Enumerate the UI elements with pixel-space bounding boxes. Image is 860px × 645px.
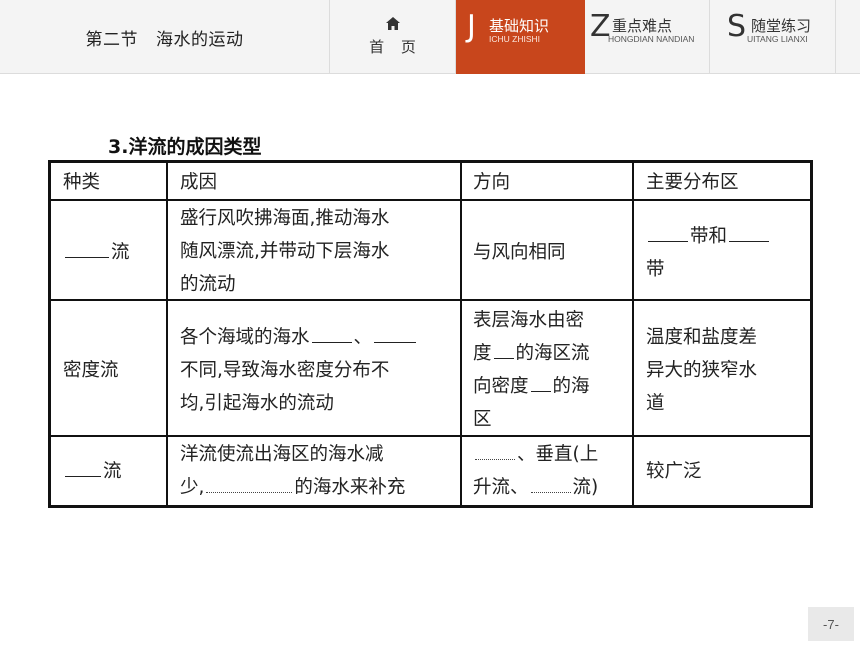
- tab-pinyin: HONGDIAN NANDIAN: [608, 34, 695, 44]
- header-cell-direction: 方向: [473, 172, 511, 193]
- heading-number: 3: [108, 136, 122, 158]
- tab-label: 重点难点: [612, 17, 673, 35]
- home-label: 首 页: [369, 38, 422, 56]
- answer-blank[interactable]: [648, 220, 688, 242]
- row3-region: 较广泛: [646, 461, 702, 482]
- top-navigation-bar: 第二节 海水的运动 首 页 J 基础知识 ICHU ZHISHI Z 重点难点 …: [0, 0, 860, 74]
- content-heading: 3.洋流的成因类型: [108, 132, 261, 159]
- row1-type: 流: [63, 236, 130, 269]
- answer-blank[interactable]: [530, 370, 551, 392]
- row3-cause: 洋流使流出海区的海水减 少, 的海水来补充: [180, 444, 406, 498]
- row2-cause: 各个海域的海水、 不同,导致海水密度分布不 均,引起海水的流动: [180, 321, 418, 420]
- answer-blank[interactable]: [65, 455, 101, 477]
- cause-line: 随风漂流,并带动下层海水: [180, 241, 390, 262]
- answer-blank[interactable]: [475, 438, 515, 460]
- tab-pinyin: UITANG LIANXI: [747, 34, 808, 44]
- row1-cause: 盛行风吹拂海面,推动海水 随风漂流,并带动下层海水 的流动: [180, 202, 389, 301]
- section-title: 第二节 海水的运动: [0, 0, 330, 74]
- section-number: 第二节: [85, 29, 138, 50]
- column-divider: [166, 163, 168, 505]
- heading-text: .洋流的成因类型: [121, 136, 262, 158]
- answer-blank[interactable]: [530, 471, 571, 493]
- tab-letter: J: [467, 9, 476, 44]
- answer-blank[interactable]: [311, 321, 352, 343]
- tab-practice[interactable]: S 随堂练习 UITANG LIANXI: [710, 0, 836, 74]
- header-cell-cause: 成因: [180, 172, 218, 193]
- answer-blank[interactable]: [729, 220, 770, 242]
- row3-type: 流: [63, 455, 122, 488]
- section-name: 海水的运动: [156, 29, 244, 50]
- row1-direction: 与风向相同: [473, 242, 566, 263]
- answer-blank[interactable]: [493, 337, 514, 359]
- cause-line: 盛行风吹拂海面,推动海水: [180, 208, 390, 229]
- tab-letter: S: [727, 9, 747, 44]
- row2-type: 密度流: [63, 360, 119, 381]
- column-divider: [460, 163, 462, 505]
- column-divider: [632, 163, 634, 505]
- row-divider: [51, 435, 810, 437]
- home-icon: [385, 17, 400, 30]
- row3-direction: 、垂直(上 升流、 流): [473, 438, 598, 504]
- row-divider: [51, 199, 810, 201]
- tab-label: 基础知识: [489, 17, 550, 35]
- row2-direction: 表层海水由密 度的海区流 向密度 的海 区: [473, 310, 590, 430]
- row2-region: 温度和盐度差 异大的狭窄水 道: [646, 327, 758, 414]
- row1-region: 带和 带: [646, 220, 771, 286]
- answer-blank[interactable]: [206, 471, 293, 493]
- row-divider: [51, 299, 810, 301]
- page-number: -7-: [808, 607, 854, 641]
- cause-line: 的流动: [180, 274, 236, 295]
- answer-blank[interactable]: [374, 321, 417, 343]
- home-button[interactable]: 首 页: [330, 0, 456, 74]
- ocean-current-table: 种类 成因 方向 主要分布区 流 盛行风吹拂海面,推动海水 随风漂流,并带动下层…: [48, 160, 813, 508]
- tab-basic-knowledge[interactable]: J 基础知识 ICHU ZHISHI: [456, 0, 585, 74]
- header-cell-type: 种类: [63, 172, 101, 193]
- tab-label: 随堂练习: [751, 17, 812, 35]
- header-cell-region: 主要分布区: [646, 172, 739, 193]
- answer-blank[interactable]: [65, 236, 109, 258]
- tab-key-points[interactable]: Z 重点难点 HONGDIAN NANDIAN: [585, 0, 710, 74]
- tab-pinyin: ICHU ZHISHI: [489, 34, 540, 44]
